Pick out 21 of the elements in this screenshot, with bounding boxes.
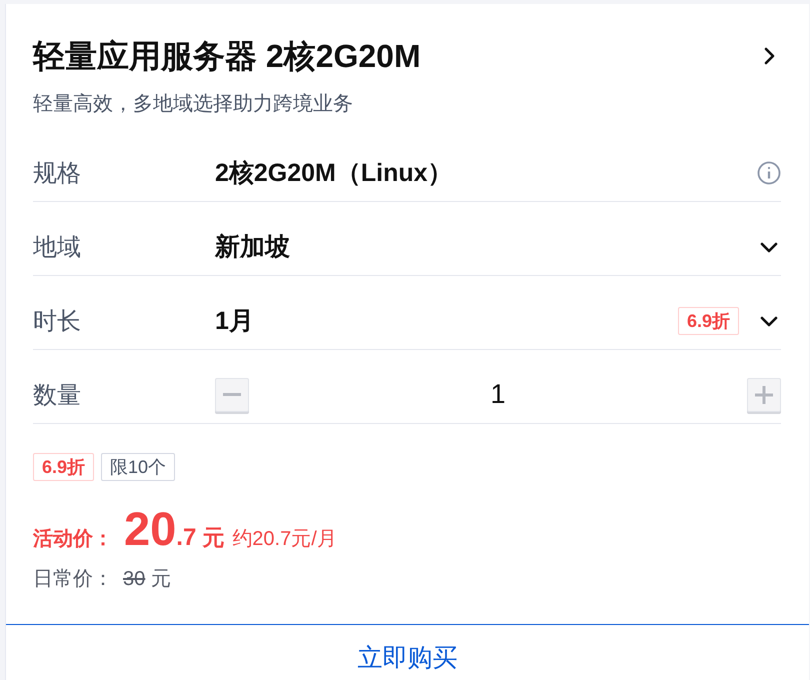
product-subtitle: 轻量高效，多地域选择助力跨境业务 [33,92,354,117]
product-title: 轻量应用服务器 2核2G20M [33,37,421,76]
field-label: 规格 [33,158,82,188]
discount-tag: 6.9折 [33,453,94,481]
sale-price: 20.7 元 [124,501,224,556]
limit-tag: 限10个 [101,453,176,481]
field-value: 新加坡 [215,232,291,263]
field-label: 数量 [33,380,82,410]
field-value: 2核2G20M（Linux） [215,158,454,189]
minus-icon [223,393,241,396]
discount-badge: 6.9折 [678,306,739,334]
info-icon[interactable] [757,160,781,184]
plus-icon [755,386,773,404]
monthly-price: 约20.7元/月 [232,527,337,552]
field-value: 1月 [215,306,255,337]
regular-price: 30 元 [123,567,171,592]
field-label: 地域 [33,232,82,262]
quantity-field[interactable]: 1 [438,379,558,410]
sale-price-label: 活动价： [33,527,114,552]
regular-price-label: 日常价： [33,567,114,592]
field-label: 时长 [33,306,82,336]
